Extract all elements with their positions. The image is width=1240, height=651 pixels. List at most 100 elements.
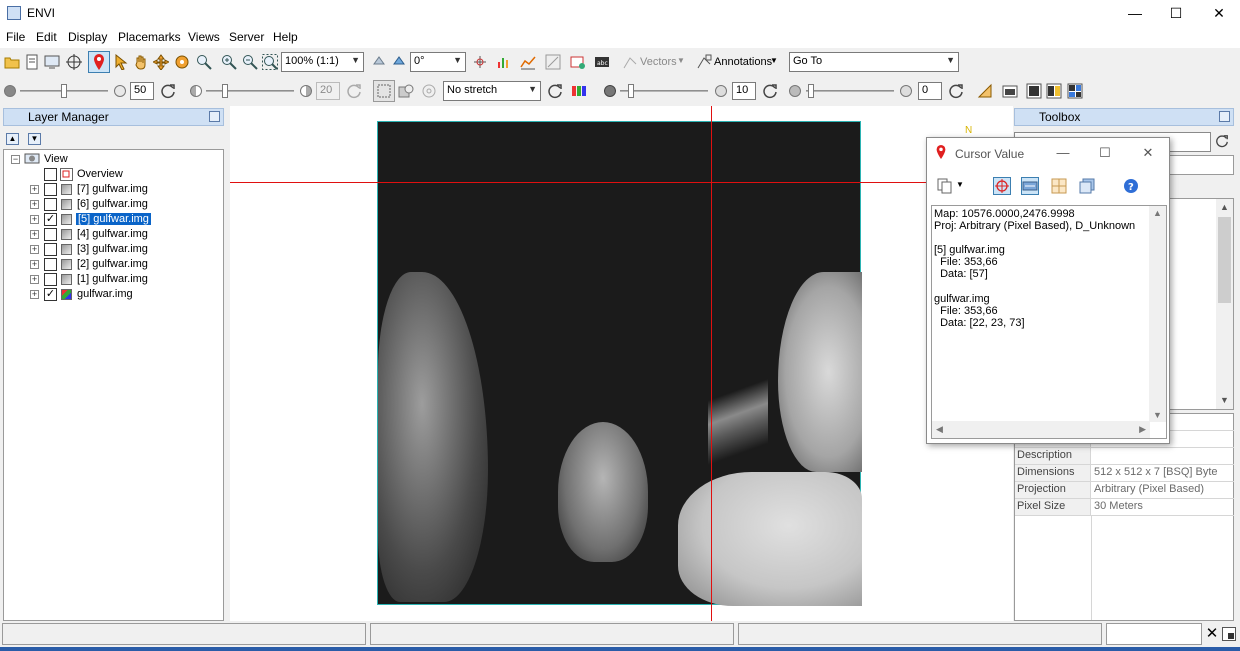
contrast-decrease-icon[interactable]: [190, 85, 202, 97]
overview-checkbox[interactable]: [44, 168, 57, 181]
zoom-in-icon[interactable]: [221, 54, 237, 70]
brightness-increase-icon[interactable]: [114, 85, 126, 97]
open-folder-icon[interactable]: [4, 54, 20, 70]
pin-icon[interactable]: [209, 111, 220, 122]
cursor-value-window[interactable]: Cursor Value — ☐ ✕ ▼ ? Map: 10576.0000,2…: [926, 137, 1170, 444]
expand-all-button[interactable]: ▼: [28, 133, 41, 145]
menu-help[interactable]: Help: [273, 30, 298, 44]
cursor-value-tool-button[interactable]: [88, 51, 110, 73]
goto-combobox[interactable]: Go To ▼: [789, 52, 959, 72]
layer-checkbox-checked[interactable]: ✓: [44, 213, 57, 226]
contrast-increase-icon[interactable]: [300, 85, 312, 97]
cv-horizontal-scrollbar[interactable]: ◀ ▶: [932, 421, 1150, 438]
expand-icon[interactable]: +: [30, 245, 39, 254]
edit-vector-icon[interactable]: [545, 54, 561, 70]
cv-minimize-button[interactable]: —: [1051, 142, 1075, 164]
cv-maximize-button[interactable]: ☐: [1093, 142, 1117, 164]
transparency-slider-track[interactable]: [806, 90, 894, 92]
expand-icon[interactable]: +: [30, 230, 39, 239]
export-view-icon[interactable]: [1002, 83, 1018, 99]
crosshair-toggle-button[interactable]: [993, 177, 1011, 195]
layer-checkbox[interactable]: [44, 198, 57, 211]
stretch-type-select[interactable]: No stretch ▼: [443, 81, 541, 101]
profile-icon[interactable]: [520, 54, 536, 70]
histogram-icon[interactable]: [496, 54, 512, 70]
arrow-pointer-icon[interactable]: [113, 54, 129, 70]
contrast-slider-thumb[interactable]: [222, 84, 228, 98]
annotations-menu[interactable]: Annotations: [714, 56, 772, 68]
refresh-disabled-icon[interactable]: [346, 83, 362, 99]
menu-display[interactable]: Display: [68, 30, 107, 44]
menu-server[interactable]: Server: [229, 30, 264, 44]
rotate-right-icon[interactable]: [391, 54, 407, 70]
transparency-decrease-icon[interactable]: [789, 85, 801, 97]
transparency-value[interactable]: 0: [918, 82, 942, 100]
crosshairs-icon[interactable]: [472, 54, 488, 70]
pan-hand-icon[interactable]: [133, 54, 149, 70]
brightness-value[interactable]: 50: [130, 82, 154, 100]
scroll-down-icon[interactable]: ▼: [1153, 410, 1162, 420]
collapse-icon[interactable]: −: [11, 155, 20, 164]
process-manager-icon[interactable]: [1222, 627, 1236, 641]
cancel-process-icon[interactable]: ✕: [1204, 625, 1220, 643]
select-icon[interactable]: [66, 54, 82, 70]
scroll-down-icon[interactable]: ▼: [1216, 392, 1233, 409]
roi-tool-icon[interactable]: [570, 54, 586, 70]
brightness-decrease-icon[interactable]: [4, 85, 16, 97]
zoom-level-select[interactable]: 100% (1:1) ▼: [281, 52, 364, 72]
sharpen-decrease-icon[interactable]: [604, 85, 616, 97]
display-icon[interactable]: [44, 54, 60, 70]
one-view-icon[interactable]: [1026, 83, 1042, 99]
refresh-sharpen-icon[interactable]: [762, 83, 778, 99]
layer-checkbox[interactable]: [44, 243, 57, 256]
rotate-left-icon[interactable]: [371, 54, 387, 70]
contrast-slider-track[interactable]: [206, 90, 294, 92]
cv-vertical-scrollbar[interactable]: ▲ ▼: [1149, 206, 1166, 422]
expand-icon[interactable]: +: [30, 260, 39, 269]
expand-icon[interactable]: +: [30, 215, 39, 224]
layer-checkbox[interactable]: [44, 273, 57, 286]
vectors-icon[interactable]: [622, 54, 638, 70]
pin-icon[interactable]: [1219, 111, 1230, 122]
rotation-select[interactable]: 0° ▼: [410, 52, 466, 72]
menu-views[interactable]: Views: [188, 30, 220, 44]
expand-icon[interactable]: +: [30, 290, 39, 299]
gulfwar-image[interactable]: [377, 121, 862, 606]
refresh-icon[interactable]: [160, 83, 176, 99]
minimize-button[interactable]: —: [1112, 0, 1158, 26]
layer-checkbox[interactable]: [44, 258, 57, 271]
fly-icon[interactable]: [153, 54, 169, 70]
expand-icon[interactable]: +: [30, 200, 39, 209]
cv-close-button[interactable]: ✕: [1136, 142, 1160, 164]
refresh-stretch-icon[interactable]: [547, 83, 563, 99]
data-manager-icon[interactable]: [24, 54, 40, 70]
map-info-toggle-button[interactable]: [1021, 177, 1039, 195]
zoom-icon[interactable]: [196, 54, 212, 70]
toolbox-scrollbar[interactable]: ▲ ▼: [1216, 199, 1233, 409]
scroll-right-icon[interactable]: ▶: [1139, 424, 1146, 435]
scroll-up-icon[interactable]: ▲: [1153, 208, 1162, 218]
contrast-value[interactable]: 20: [316, 82, 340, 100]
brightness-slider-thumb[interactable]: [61, 84, 67, 98]
layer-checkbox-checked[interactable]: ✓: [44, 288, 57, 301]
scrollbar-thumb[interactable]: [1218, 217, 1231, 303]
menu-edit[interactable]: Edit: [36, 30, 57, 44]
refresh-toolbox-icon[interactable]: [1215, 134, 1229, 148]
stretch-tool-button[interactable]: [373, 80, 395, 102]
sharpen-increase-icon[interactable]: [715, 85, 727, 97]
layer-checkbox[interactable]: [44, 228, 57, 241]
zoom-out-icon[interactable]: [242, 54, 258, 70]
layers-icon[interactable]: [1078, 177, 1096, 195]
collapse-all-button[interactable]: ▲: [6, 133, 19, 145]
color-table-icon[interactable]: [571, 83, 587, 99]
maximize-button[interactable]: ☐: [1153, 0, 1199, 26]
layer-checkbox[interactable]: [44, 183, 57, 196]
zoom-fit-icon[interactable]: [262, 54, 278, 70]
transparency-increase-icon[interactable]: [900, 85, 912, 97]
menu-placemarks[interactable]: Placemarks: [118, 30, 181, 44]
menu-file[interactable]: File: [6, 30, 25, 44]
scroll-up-icon[interactable]: ▲: [1216, 199, 1233, 216]
expand-icon[interactable]: +: [30, 275, 39, 284]
sharpen-slider-thumb[interactable]: [628, 84, 634, 98]
transparency-slider-thumb[interactable]: [808, 84, 814, 98]
